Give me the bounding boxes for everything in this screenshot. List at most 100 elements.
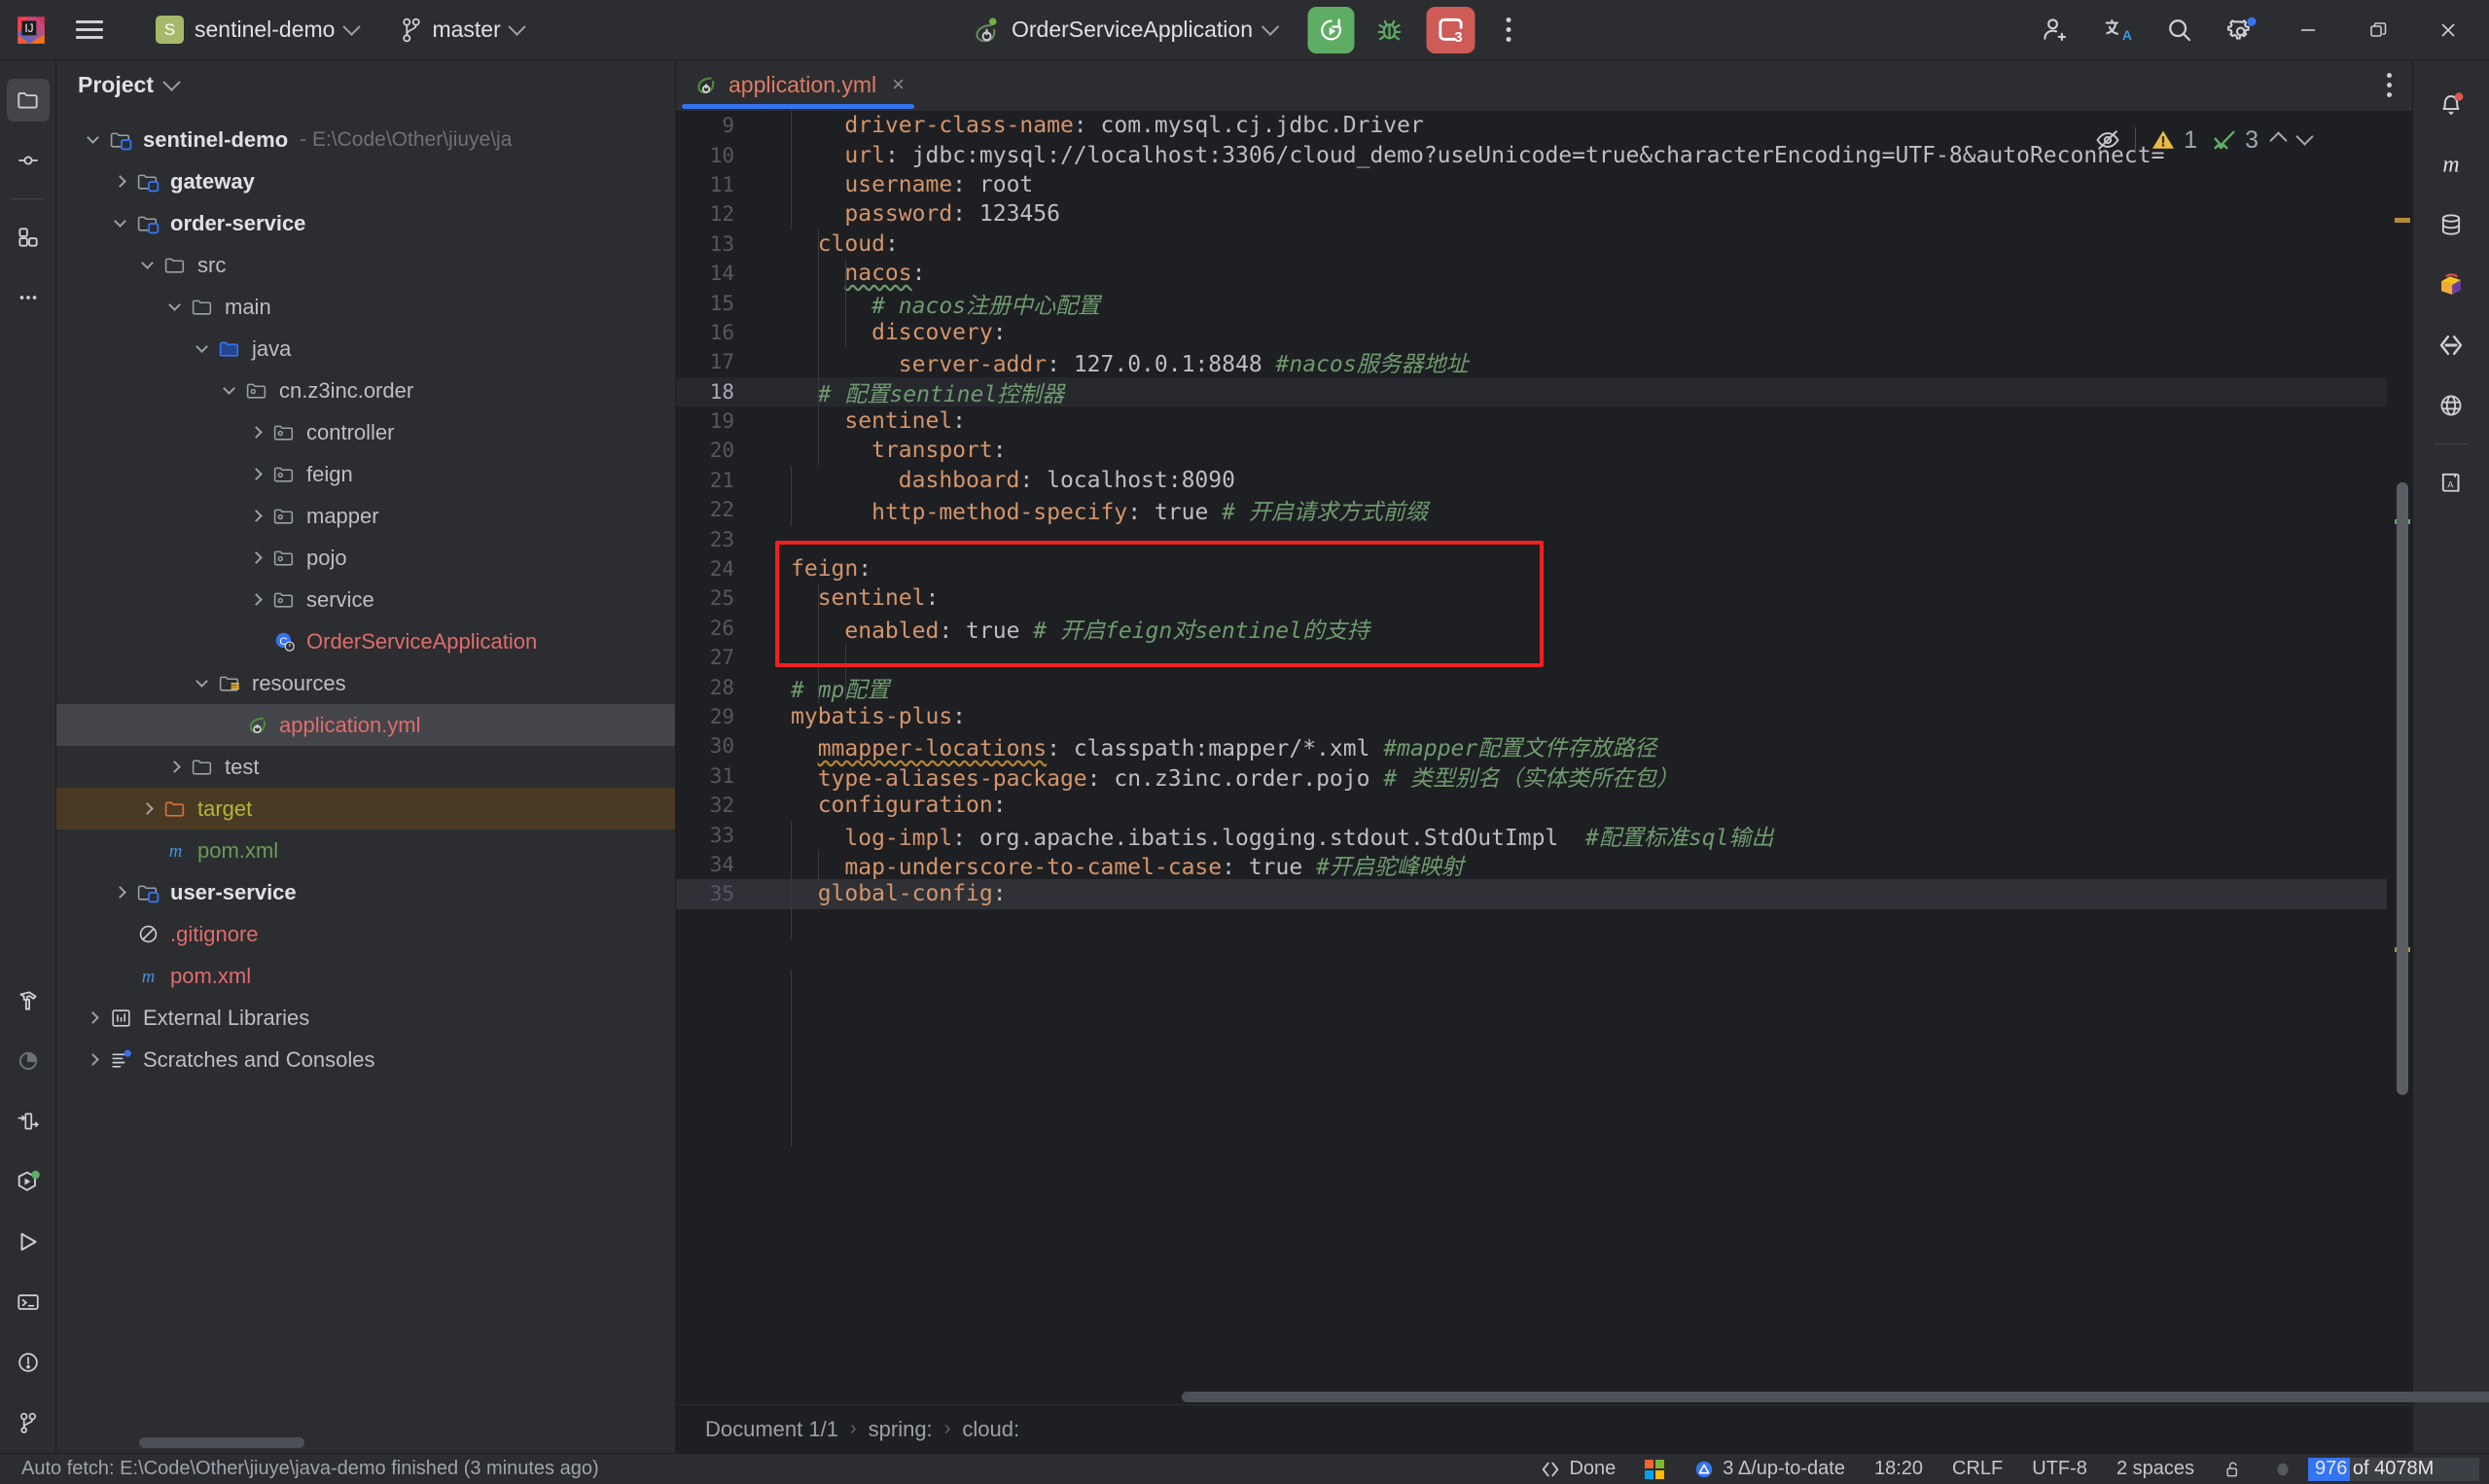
code-line[interactable]: 29 mybatis-plus:	[676, 702, 2412, 731]
eye-crossed-icon[interactable]	[2094, 126, 2121, 154]
tree-item-pom-xml[interactable]: m pom.xml	[56, 955, 675, 997]
breadcrumb-item[interactable]: spring:	[869, 1417, 933, 1442]
code-line[interactable]: 18 # 配置sentinel控制器	[676, 376, 2412, 407]
chevron-down-icon[interactable]	[189, 671, 214, 696]
chevron-right-icon[interactable]	[243, 504, 268, 529]
tree-item-sentinel-demo[interactable]: sentinel-demo - E:\Code\Other\jiuye\ja	[56, 119, 675, 160]
code-line[interactable]: 31 type-aliases-package: cn.z3inc.order.…	[676, 761, 2412, 792]
tree-item-src[interactable]: src	[56, 244, 675, 286]
status-code-with-me[interactable]: Done	[1525, 1454, 1630, 1484]
vertical-scrollbar-thumb[interactable]	[2397, 482, 2408, 1095]
code-editor[interactable]: 1 3 9 driver-class-name: com.mysql.cj.jd…	[676, 111, 2412, 1389]
code-line[interactable]: 23	[676, 524, 2412, 553]
tree-item-external-libraries[interactable]: External Libraries	[56, 997, 675, 1039]
tree-item-gitignore[interactable]: .gitignore	[56, 913, 675, 955]
sidebar-item-profiler[interactable]	[7, 1040, 50, 1082]
status-time[interactable]: 18:20	[1860, 1454, 1938, 1484]
tree-item-target[interactable]: target	[56, 788, 675, 830]
chevron-down-icon[interactable]	[80, 127, 105, 153]
stripe-warning-mark[interactable]	[2395, 218, 2410, 223]
code-line[interactable]: 12 password: 123456	[676, 199, 2412, 229]
sidebar-item-web-browser[interactable]	[2430, 384, 2472, 427]
tree-item-resources[interactable]: resources	[56, 662, 675, 704]
sidebar-item-structure[interactable]	[7, 216, 50, 259]
warning-count-item[interactable]: 1	[2150, 126, 2197, 155]
status-memory-indicator[interactable]: 976 of 4078M	[2308, 1457, 2479, 1481]
sidebar-item-database[interactable]	[2430, 203, 2472, 246]
breadcrumb-item[interactable]: cloud:	[962, 1417, 1019, 1442]
chevron-right-icon[interactable]	[80, 1006, 105, 1031]
tree-item-orderserviceapplication[interactable]: C OrderServiceApplication	[56, 620, 675, 662]
chevron-right-icon[interactable]	[243, 546, 268, 571]
editor-tab-options-button[interactable]	[2365, 60, 2412, 109]
chevron-right-icon[interactable]	[161, 755, 187, 780]
sidebar-item-more[interactable]	[7, 276, 50, 319]
run-button[interactable]	[1307, 6, 1355, 53]
code-line[interactable]: 19 sentinel:	[676, 406, 2412, 436]
tree-item-scratches-and-consoles[interactable]: Scratches and Consoles	[56, 1039, 675, 1080]
code-line[interactable]: 16 discovery:	[676, 318, 2412, 347]
sidebar-item-endpoints[interactable]	[7, 1100, 50, 1143]
sidebar-item-maven[interactable]: m	[2430, 143, 2472, 186]
tree-item-test[interactable]: test	[56, 746, 675, 788]
code-line[interactable]: 28 # mp配置	[676, 672, 2412, 703]
chevron-right-icon[interactable]	[134, 796, 160, 822]
sidebar-item-terminal[interactable]	[7, 1281, 50, 1324]
tree-item-cn-z3inc-order[interactable]: cn.z3inc.order	[56, 370, 675, 411]
chevron-right-icon[interactable]	[243, 587, 268, 613]
sidebar-item-run[interactable]	[7, 1220, 50, 1263]
inspection-widget[interactable]: 1 3	[2094, 119, 2314, 161]
code-line[interactable]: 11 username: root	[676, 170, 2412, 199]
chevron-down-icon[interactable]	[2295, 127, 2314, 146]
add-user-button[interactable]	[2024, 4, 2086, 56]
editor-horizontal-scrollbar[interactable]	[676, 1389, 2489, 1404]
sidebar-item-problems[interactable]	[7, 1341, 50, 1384]
code-line[interactable]: 17 server-addr: 127.0.0.1:8848 #nacos服务器…	[676, 347, 2412, 377]
chevron-up-icon[interactable]	[2269, 130, 2288, 150]
project-horizontal-scrollbar[interactable]	[56, 1431, 675, 1453]
chevron-down-icon[interactable]	[161, 295, 187, 320]
sidebar-item-dictionary[interactable]: A	[2430, 461, 2472, 504]
more-actions-button[interactable]	[1488, 7, 1529, 53]
chevron-right-icon[interactable]	[107, 880, 132, 905]
translate-button[interactable]: A	[2086, 4, 2149, 56]
code-line[interactable]: 20 transport:	[676, 436, 2412, 465]
close-icon[interactable]: ×	[892, 72, 905, 97]
code-line[interactable]: 25 sentinel:	[676, 583, 2412, 613]
code-line[interactable]: 34 map-underscore-to-camel-case: true #开…	[676, 850, 2412, 880]
tree-item-application-yml[interactable]: application.yml	[56, 704, 675, 746]
code-line[interactable]: 21 dashboard: localhost:8090	[676, 466, 2412, 495]
chevron-down-icon[interactable]	[216, 378, 241, 404]
status-indent[interactable]: 2 spaces	[2102, 1454, 2209, 1484]
code-line[interactable]: 14 nacos:	[676, 259, 2412, 288]
vcs-branch-widget[interactable]: master	[391, 11, 532, 49]
tree-item-service[interactable]: service	[56, 579, 675, 620]
chevron-down-icon[interactable]	[189, 336, 214, 362]
tree-item-pojo[interactable]: pojo	[56, 537, 675, 579]
status-update[interactable]: 3 Δ/up-to-date	[1679, 1454, 1860, 1484]
sidebar-item-build[interactable]	[7, 979, 50, 1022]
code-line[interactable]: 27	[676, 643, 2412, 672]
code-line[interactable]: 30 mmapper-locations: classpath:mapper/*…	[676, 731, 2412, 761]
tree-item-order-service[interactable]: order-service	[56, 202, 675, 244]
chevron-down-icon[interactable]	[134, 253, 160, 278]
status-line-separator[interactable]: CRLF	[1938, 1454, 2017, 1484]
status-encoding[interactable]: UTF-8	[2017, 1454, 2102, 1484]
sidebar-item-git[interactable]	[7, 1401, 50, 1444]
sidebar-item-code-with-me[interactable]	[2430, 324, 2472, 367]
chevron-down-icon[interactable]	[162, 72, 181, 91]
sidebar-item-notifications[interactable]	[2430, 83, 2472, 125]
code-line[interactable]: 35 global-config:	[676, 879, 2412, 909]
status-read-only-toggle[interactable]	[2209, 1454, 2258, 1484]
run-configuration-selector[interactable]: OrderServiceApplication	[960, 10, 1288, 51]
tab-application-yml[interactable]: application.yml ×	[676, 60, 920, 109]
chevron-right-icon[interactable]	[107, 169, 132, 194]
sidebar-item-services[interactable]	[7, 1160, 50, 1203]
code-line[interactable]: 22 http-method-specify: true # 开启请求方式前缀	[676, 495, 2412, 525]
tree-item-controller[interactable]: controller	[56, 411, 675, 453]
code-line[interactable]: 13 cloud:	[676, 230, 2412, 259]
minimize-button[interactable]	[2273, 0, 2343, 60]
close-button[interactable]	[2413, 0, 2483, 60]
services-button[interactable]: 3	[1426, 6, 1476, 53]
status-inspection-toggle[interactable]	[2258, 1454, 2308, 1484]
